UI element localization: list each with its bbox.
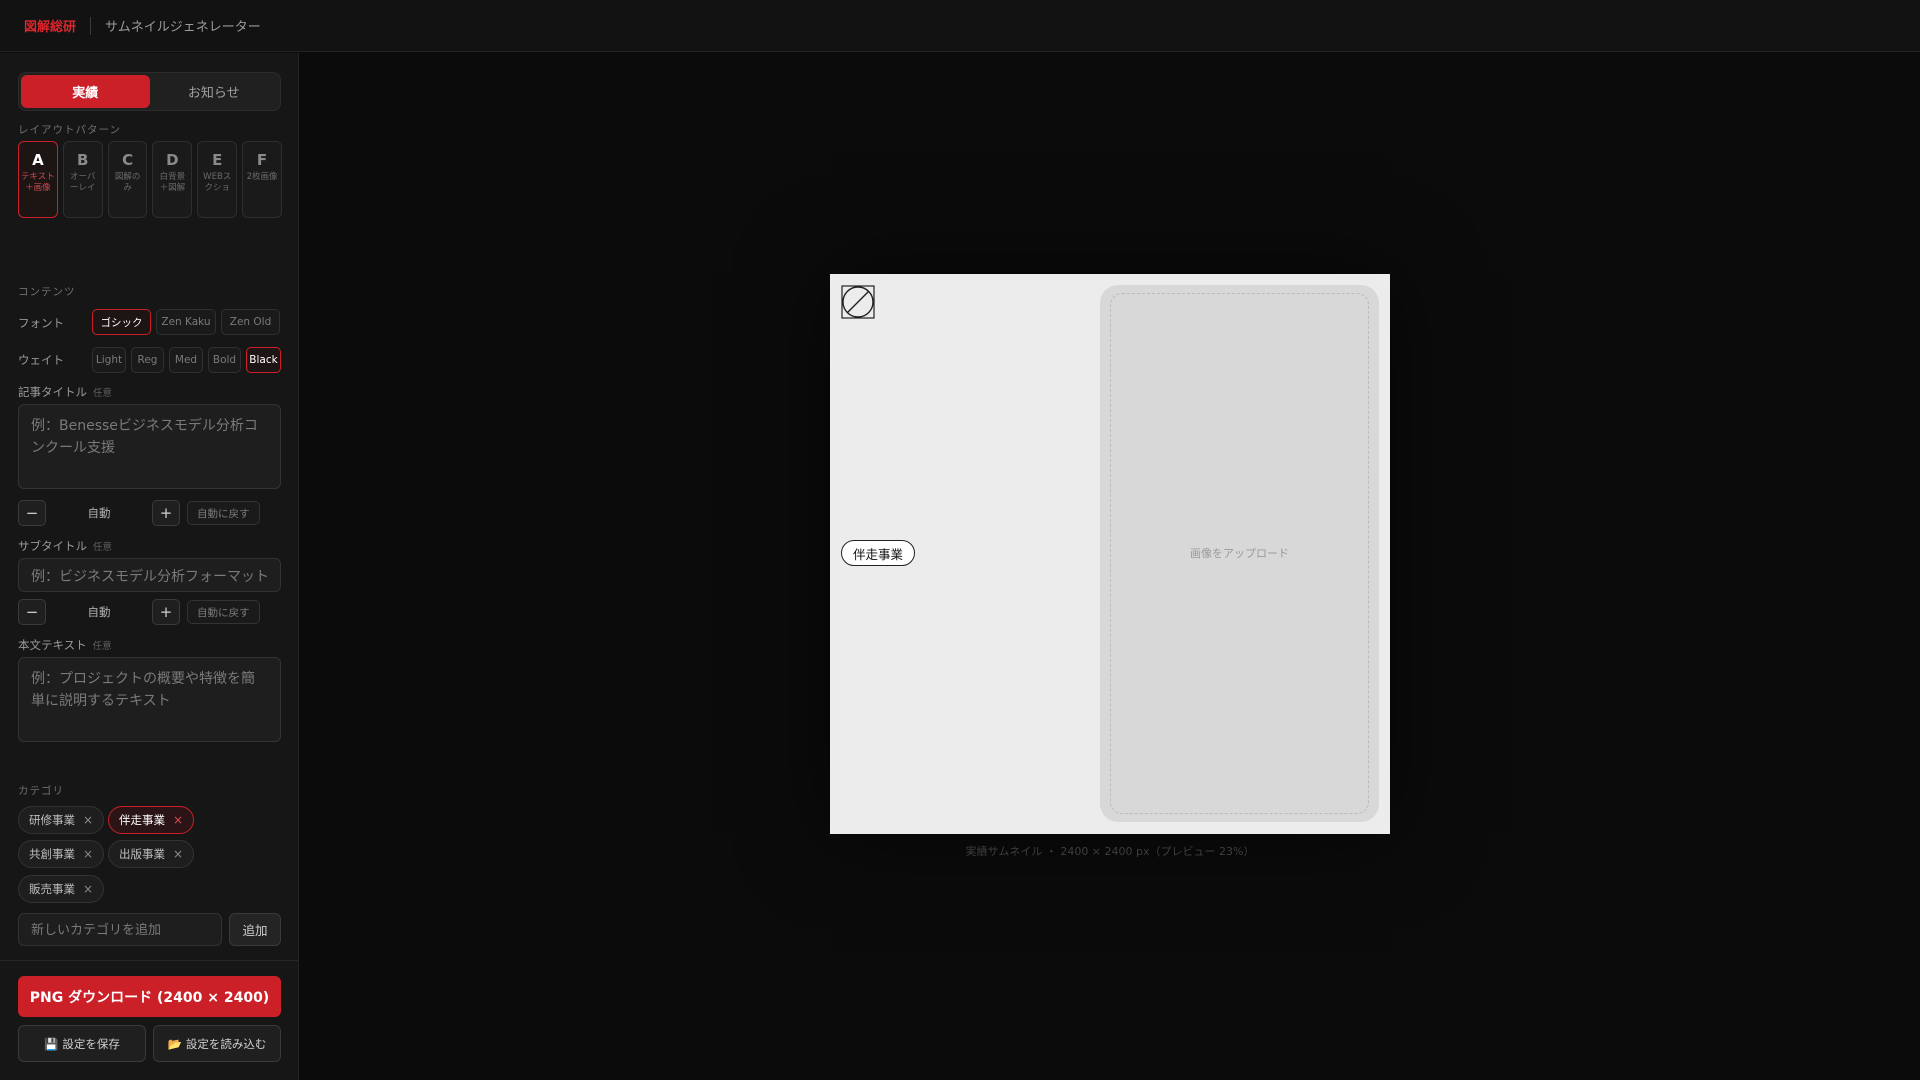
title-field-label: 記事タイトル 任意 xyxy=(18,384,112,400)
layout-desc: テキスト＋画像 xyxy=(21,172,55,194)
content-section-label: コンテンツ xyxy=(18,286,76,298)
remove-icon[interactable]: × xyxy=(173,813,183,827)
weight-option-bold[interactable]: Bold xyxy=(208,347,241,373)
subtitle-field-label: サブタイトル 任意 xyxy=(18,538,112,554)
mode-tabs: 実績 お知らせ xyxy=(18,72,281,111)
body-textarea[interactable]: 例：プロジェクトの概要や特徴を簡単に説明するテキスト xyxy=(18,657,281,742)
brand-logo[interactable]: 図解総研 xyxy=(24,16,76,35)
category-chip-publishing[interactable]: 出版事業 × xyxy=(108,840,195,868)
remove-icon[interactable]: × xyxy=(83,813,93,827)
layout-desc: オーバーレイ xyxy=(69,172,96,194)
weight-option-regular[interactable]: Reg xyxy=(131,347,164,373)
tab-results[interactable]: 実績 xyxy=(21,75,150,108)
title-label-text: 記事タイトル xyxy=(18,385,87,399)
layout-option-a[interactable]: A テキスト＋画像 xyxy=(18,141,58,218)
subtitle-input[interactable]: 例：ビジネスモデル分析フォーマット xyxy=(18,558,281,592)
chip-label: 共創事業 xyxy=(29,847,75,861)
font-options: ゴシック Zen Kaku Zen Old xyxy=(92,309,280,335)
save-settings-button[interactable]: 💾 設定を保存 xyxy=(18,1025,146,1062)
layout-letter: F xyxy=(256,151,268,169)
font-label: フォント xyxy=(18,316,64,330)
load-settings-label: 設定を読み込む xyxy=(185,1036,267,1051)
image-upload-area[interactable]: 画像をアップロード xyxy=(1100,285,1379,822)
weight-option-black[interactable]: Black xyxy=(246,347,281,373)
decrease-button[interactable]: − xyxy=(18,599,46,625)
preview-caption: 実績サムネイル ・ 2400 × 2400 px（プレビュー 23%） xyxy=(965,845,1255,858)
chip-label: 伴走事業 xyxy=(119,813,165,827)
weight-label: ウェイト xyxy=(18,353,64,367)
weight-options: Light Reg Med Bold Black xyxy=(92,347,281,373)
stepper-value: 自動 xyxy=(87,605,111,619)
thumbnail-preview: 伴走事業 画像をアップロード xyxy=(830,274,1390,834)
subtitle-size-stepper: − 自動 + 自動に戻す xyxy=(18,599,260,625)
layout-desc: 図解のみ xyxy=(114,172,141,194)
folder-icon: 📂 xyxy=(167,1036,182,1051)
weight-option-medium[interactable]: Med xyxy=(169,347,203,373)
layout-option-d[interactable]: D 白背景＋図解 xyxy=(152,141,193,218)
layout-option-f[interactable]: F 2枚画像 xyxy=(242,141,282,218)
header-divider xyxy=(90,16,92,35)
layout-desc: 2枚画像 xyxy=(246,172,278,182)
increase-button[interactable]: + xyxy=(152,500,180,526)
layout-letter: D xyxy=(166,151,179,169)
layout-desc: 白背景＋図解 xyxy=(159,172,186,194)
reset-auto-button[interactable]: 自動に戻す xyxy=(187,600,260,624)
font-option-zen-kaku[interactable]: Zen Kaku xyxy=(156,309,216,335)
optional-tag: 任意 xyxy=(93,388,113,399)
category-chip-cocreation[interactable]: 共創事業 × xyxy=(18,840,105,868)
layout-letter: B xyxy=(77,151,89,169)
save-icon: 💾 xyxy=(44,1036,59,1051)
optional-tag: 任意 xyxy=(92,641,112,652)
layout-letter: C xyxy=(122,151,134,169)
title-size-stepper: − 自動 + 自動に戻す xyxy=(18,500,260,526)
layout-option-c[interactable]: C 図解のみ xyxy=(107,141,148,218)
broken-image-icon xyxy=(841,285,875,319)
layout-section-label: レイアウトパターン xyxy=(18,124,121,136)
layout-option-e[interactable]: E WEBスクショ xyxy=(197,141,238,218)
sidebar-divider xyxy=(0,960,299,961)
remove-icon[interactable]: × xyxy=(83,882,93,896)
save-settings-label: 設定を保存 xyxy=(62,1036,120,1051)
add-category-button[interactable]: 追加 xyxy=(229,913,281,946)
font-option-gothic[interactable]: ゴシック xyxy=(92,309,151,335)
upload-prompt: 画像をアップロード xyxy=(1190,547,1289,560)
category-chip-accompany[interactable]: 伴走事業 × xyxy=(108,806,195,834)
tab-news[interactable]: お知らせ xyxy=(150,75,279,108)
weight-option-light[interactable]: Light xyxy=(92,347,126,373)
font-option-zen-old[interactable]: Zen Old xyxy=(221,309,280,335)
layout-letter: E xyxy=(212,151,223,169)
body-label-text: 本文テキスト xyxy=(18,638,87,652)
stepper-value: 自動 xyxy=(87,506,111,520)
optional-tag: 任意 xyxy=(93,542,113,553)
decrease-button[interactable]: − xyxy=(18,500,46,526)
chip-label: 出版事業 xyxy=(119,847,165,861)
title-textarea[interactable]: 例：Benesseビジネスモデル分析コンクール支援 xyxy=(18,404,281,489)
layout-desc: WEBスクショ xyxy=(203,172,232,194)
layout-letter: A xyxy=(32,151,44,169)
remove-icon[interactable]: × xyxy=(173,847,183,861)
png-download-button[interactable]: PNG ダウンロード (2400 × 2400) xyxy=(18,976,281,1017)
remove-icon[interactable]: × xyxy=(83,847,93,861)
reset-auto-button[interactable]: 自動に戻す xyxy=(187,501,260,525)
new-category-input[interactable]: 新しいカテゴリを追加 xyxy=(18,913,222,946)
layout-pattern-group: A テキスト＋画像 B オーバーレイ C 図解のみ D 白背景＋図解 E WEB… xyxy=(18,141,282,218)
layout-option-b[interactable]: B オーバーレイ xyxy=(62,141,103,218)
top-bar: 図解総研 サムネイルジェネレーター xyxy=(0,0,1920,52)
category-section-label: カテゴリ xyxy=(18,785,64,797)
app-title: サムネイルジェネレーター xyxy=(105,20,261,35)
category-chip-training[interactable]: 研修事業 × xyxy=(18,806,105,834)
category-chip-sales[interactable]: 販売事業 × xyxy=(18,875,105,903)
chip-label: 研修事業 xyxy=(29,813,75,827)
sidebar: 実績 お知らせ レイアウトパターン A テキスト＋画像 B オーバーレイ C 図… xyxy=(0,53,299,1080)
load-settings-button[interactable]: 📂 設定を読み込む xyxy=(153,1025,281,1062)
increase-button[interactable]: + xyxy=(152,599,180,625)
subtitle-label-text: サブタイトル xyxy=(18,539,87,553)
body-field-label: 本文テキスト 任意 xyxy=(18,637,112,653)
preview-category-badge: 伴走事業 xyxy=(841,540,916,566)
chip-label: 販売事業 xyxy=(29,882,75,896)
